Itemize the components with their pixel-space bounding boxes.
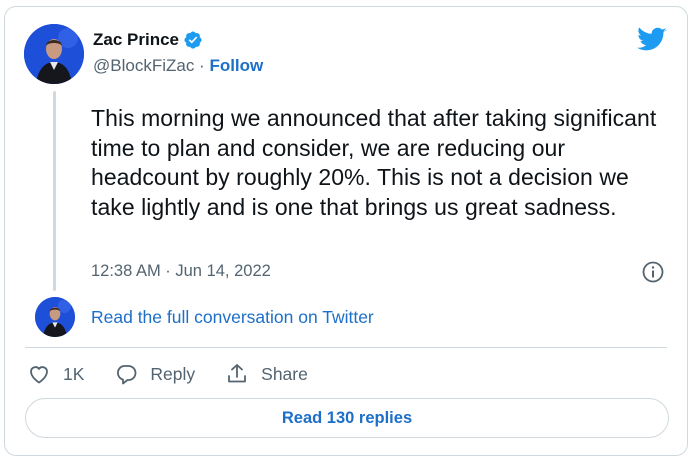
- conversation-avatar[interactable]: [35, 297, 75, 337]
- author-name-row: Zac Prince: [93, 30, 203, 50]
- like-button[interactable]: 1K: [27, 362, 84, 386]
- reply-label: Reply: [150, 363, 196, 384]
- tweet-text: This morning we announced that after tak…: [91, 105, 657, 220]
- reply-icon: [117, 365, 137, 385]
- thread-connector-line: [53, 91, 56, 291]
- read-conversation-link[interactable]: Read the full conversation on Twitter: [91, 307, 374, 328]
- author-name[interactable]: Zac Prince: [93, 30, 179, 50]
- follow-button[interactable]: Follow: [209, 56, 263, 75]
- author-handle-row: @BlockFiZac · Follow: [93, 56, 263, 76]
- author-handle[interactable]: @BlockFiZac: [93, 56, 194, 75]
- share-label: Share: [261, 363, 308, 384]
- author-avatar[interactable]: [24, 24, 84, 84]
- like-count: 1K: [63, 363, 85, 384]
- heart-icon: [30, 366, 48, 384]
- read-replies-button[interactable]: Read 130 replies: [25, 398, 669, 438]
- action-bar: 1K Reply Share: [27, 362, 338, 386]
- embedded-tweet-card: Zac Prince @BlockFiZac · Follow This mor…: [4, 6, 688, 456]
- tweet-timestamp[interactable]: 12:38 AM · Jun 14, 2022: [91, 262, 271, 281]
- verified-badge-icon: [183, 30, 203, 50]
- handle-separator: ·: [194, 56, 210, 75]
- info-icon[interactable]: [641, 260, 665, 284]
- divider: [25, 347, 667, 348]
- share-icon: [228, 364, 247, 383]
- reply-button[interactable]: Reply: [114, 362, 195, 386]
- twitter-bird-icon[interactable]: [637, 27, 667, 53]
- share-button[interactable]: Share: [225, 362, 308, 386]
